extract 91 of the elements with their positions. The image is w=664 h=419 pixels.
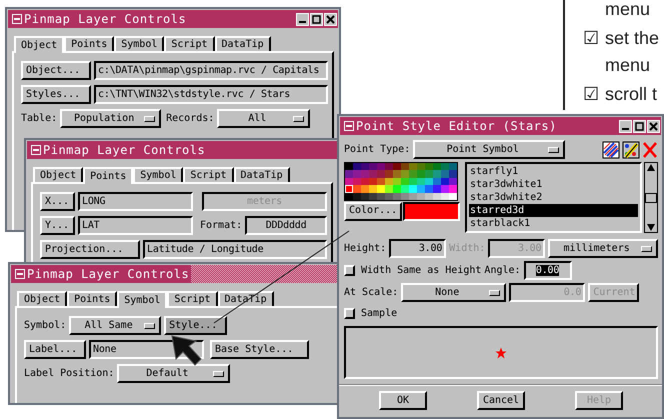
tab[interactable]: Symbol bbox=[117, 291, 168, 308]
star-icon bbox=[495, 346, 507, 358]
field-label: Label Position: bbox=[24, 367, 114, 381]
color-swatch bbox=[403, 202, 460, 221]
dropdown[interactable]: Population bbox=[60, 109, 162, 128]
dropdown-indicator-icon bbox=[641, 246, 652, 252]
button[interactable]: Base Style... bbox=[210, 340, 309, 359]
dropdown[interactable]: Point Symbol bbox=[413, 140, 566, 159]
window-menu-icon[interactable] bbox=[31, 145, 41, 155]
window-title: Pinmap Layer Controls bbox=[42, 143, 206, 157]
list-item[interactable]: star3dwhite1 bbox=[469, 178, 638, 191]
list-item[interactable]: starred3d bbox=[469, 204, 638, 217]
field-label: Format: bbox=[200, 219, 242, 233]
button[interactable]: Label... bbox=[24, 340, 86, 359]
list-item[interactable]: starfly1 bbox=[469, 165, 638, 178]
text-field[interactable]: LONG bbox=[78, 192, 193, 211]
button[interactable]: Styles... bbox=[21, 85, 91, 104]
scrollbar[interactable] bbox=[644, 162, 658, 233]
checkbox[interactable] bbox=[344, 308, 355, 319]
tab[interactable]: Points bbox=[64, 36, 114, 51]
field-label: Records: bbox=[166, 112, 214, 126]
maximize-icon[interactable] bbox=[633, 120, 646, 132]
checkbox-label: Width Same as Height bbox=[361, 264, 482, 278]
tab[interactable]: Symbol bbox=[114, 36, 164, 51]
tab[interactable]: DataTip bbox=[214, 36, 271, 51]
window-title: Pinmap Layer Controls bbox=[26, 267, 190, 281]
striped-pattern-icon[interactable] bbox=[602, 140, 620, 158]
button[interactable]: Y... bbox=[40, 216, 75, 235]
minimize-icon[interactable] bbox=[296, 12, 309, 26]
text-field[interactable]: Latitude / Longitude bbox=[143, 240, 327, 259]
field-label: Symbol: bbox=[24, 319, 66, 333]
text-field[interactable]: 0.00 bbox=[524, 261, 572, 280]
button[interactable]: Cancel bbox=[477, 391, 525, 410]
tab[interactable]: Object bbox=[17, 291, 68, 306]
mouse-pointer-icon bbox=[171, 335, 202, 366]
note-text: menu bbox=[605, 0, 650, 21]
window-title: Point Style Editor (Stars) bbox=[355, 119, 557, 133]
color-palette[interactable] bbox=[344, 162, 458, 201]
dropdown-indicator-icon bbox=[144, 322, 156, 328]
button[interactable]: Object... bbox=[21, 61, 91, 80]
dropdown-indicator-icon bbox=[213, 370, 224, 376]
scroll-down-arrow-icon[interactable] bbox=[646, 223, 656, 232]
tab[interactable]: Symbol bbox=[133, 167, 184, 182]
button[interactable]: OK bbox=[379, 391, 427, 410]
window-title: Pinmap Layer Controls bbox=[23, 12, 186, 26]
field-label: Angle: bbox=[484, 264, 521, 278]
tab[interactable]: Script bbox=[164, 36, 214, 51]
dropdown[interactable]: millimeters bbox=[548, 239, 658, 258]
button[interactable]: Projection... bbox=[40, 240, 140, 259]
dropdown[interactable]: Default bbox=[117, 364, 230, 383]
checkbox[interactable] bbox=[344, 265, 355, 276]
close-icon[interactable] bbox=[647, 120, 660, 132]
dropdown[interactable]: All Same bbox=[69, 316, 162, 335]
text-field[interactable]: LAT bbox=[78, 216, 193, 235]
window-menu-icon[interactable] bbox=[344, 121, 354, 131]
dropdown-indicator-icon bbox=[489, 290, 500, 296]
pencil-icon[interactable] bbox=[622, 140, 640, 158]
dropdown-indicator-icon bbox=[144, 116, 156, 122]
dropdown-indicator-icon bbox=[293, 116, 304, 122]
window-menu-icon[interactable] bbox=[12, 14, 22, 24]
button[interactable]: Style... bbox=[164, 316, 228, 335]
tab[interactable]: Script bbox=[183, 167, 234, 182]
close-icon[interactable] bbox=[324, 12, 337, 26]
tab[interactable]: DataTip bbox=[234, 167, 290, 182]
dropdown[interactable]: All bbox=[217, 109, 310, 128]
scroll-thumb[interactable] bbox=[645, 192, 657, 202]
note-text: set the bbox=[605, 27, 660, 50]
scroll-up-arrow-icon[interactable] bbox=[646, 163, 656, 172]
button[interactable]: X... bbox=[40, 192, 75, 211]
list-item[interactable]: starblack1 bbox=[469, 217, 638, 230]
tab[interactable]: Object bbox=[14, 36, 64, 53]
maximize-icon[interactable] bbox=[310, 12, 323, 26]
minimize-icon[interactable] bbox=[619, 120, 632, 132]
text-field[interactable]: 3.00 bbox=[389, 239, 446, 258]
dropdown-indicator-icon bbox=[548, 146, 560, 152]
text-field[interactable]: c:\DATA\pinmap\gspinmap.rvc / Capitals bbox=[94, 61, 328, 80]
checkbox-label: Sample bbox=[361, 307, 398, 321]
field-label: Point Type: bbox=[344, 143, 410, 157]
text-field[interactable]: DDDdddd bbox=[245, 216, 327, 235]
tab[interactable]: Points bbox=[83, 167, 134, 184]
text-field[interactable]: c:\TNT\WIN32\stdstyle.rvc / Stars bbox=[94, 85, 328, 104]
tab[interactable]: Script bbox=[167, 291, 218, 306]
field-label: Height: bbox=[344, 242, 386, 256]
field-label: At Scale: bbox=[344, 286, 398, 300]
note-text: menu bbox=[605, 54, 650, 77]
checkbox-glyph: ☑ bbox=[583, 27, 599, 50]
button[interactable]: Color... bbox=[344, 202, 402, 221]
list-item[interactable]: star3dwhite2 bbox=[469, 191, 638, 204]
field-label: Table: bbox=[21, 112, 58, 126]
note-text: scroll t bbox=[605, 83, 658, 106]
checkbox-glyph: ☑ bbox=[583, 83, 599, 106]
